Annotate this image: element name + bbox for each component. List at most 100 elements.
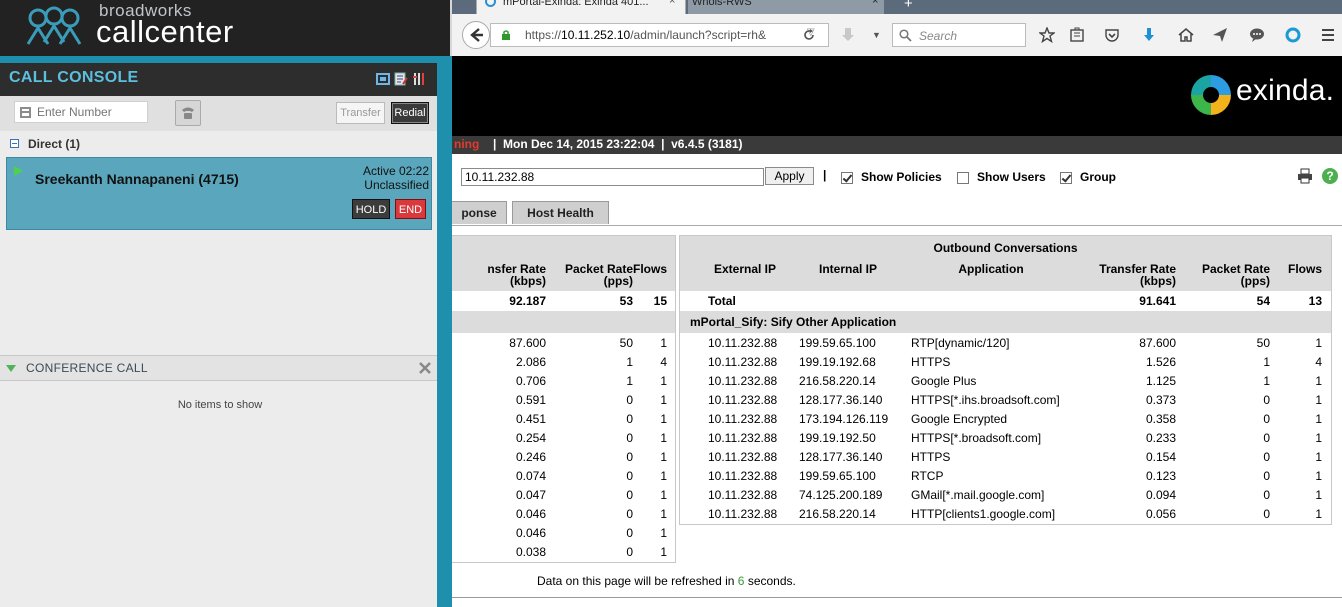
menu-icon[interactable] xyxy=(1320,27,1336,43)
home-icon[interactable] xyxy=(1178,27,1194,43)
headset-status-icon[interactable] xyxy=(376,72,390,86)
help-icon[interactable]: ? xyxy=(1322,168,1338,184)
column-header: Internal IP xyxy=(818,262,877,276)
table-cell: 173.194.126.119 xyxy=(799,412,889,426)
search-bar[interactable]: Search xyxy=(892,23,1026,47)
column-header: (kbps) xyxy=(510,274,546,288)
table-cell: 0.094 xyxy=(1145,488,1176,502)
tab-host-health[interactable]: Host Health xyxy=(512,201,609,224)
active-call-card[interactable]: Sreekanth Nannapaneni (4715) Active 02:2… xyxy=(6,157,432,230)
dial-number-input[interactable] xyxy=(14,101,148,123)
conference-call-header[interactable]: CONFERENCE CALL xyxy=(0,355,437,381)
tab-close-icon[interactable]: × xyxy=(669,0,675,7)
table-cell: 10.11.232.88 xyxy=(708,412,778,426)
browser-window: mPortal-Exinda: Exinda 401... × Whois-RW… xyxy=(452,0,1342,607)
print-icon[interactable] xyxy=(1297,168,1313,184)
transfer-button[interactable]: Transfer xyxy=(336,102,385,124)
chat-icon[interactable] xyxy=(1249,27,1265,43)
address-bar[interactable]: https://10.11.252.10/admin/launch?script… xyxy=(490,23,829,47)
downloads-icon[interactable] xyxy=(1141,27,1157,43)
redial-button[interactable]: Redial xyxy=(391,102,429,124)
table-cell: 216.58.220.14 xyxy=(799,374,876,388)
group-checkbox[interactable] xyxy=(1060,172,1072,184)
tools-icon[interactable] xyxy=(412,72,426,86)
table-cell: 128.177.36.140 xyxy=(799,393,883,407)
table-cell: 199.19.192.68 xyxy=(799,355,876,369)
exinda-banner: exinda. xyxy=(452,56,1342,136)
table-cell: 0 xyxy=(626,469,633,483)
end-call-button[interactable]: END xyxy=(395,199,426,219)
table-cell: 0.254 xyxy=(515,431,546,445)
table-cell: 0.046 xyxy=(515,526,546,540)
show-policies-label: Show Policies xyxy=(861,170,942,184)
table-cell: 1 xyxy=(660,507,667,521)
show-policies-checkbox[interactable] xyxy=(841,172,853,184)
total-cell: 54 xyxy=(1256,294,1270,308)
total-cell: 15 xyxy=(653,294,667,308)
table-cell: 1 xyxy=(1315,431,1322,445)
table-cell: 10.11.232.88 xyxy=(708,469,778,483)
collapse-icon[interactable] xyxy=(10,139,19,148)
phone-book-icon xyxy=(20,107,31,118)
tab-close-icon[interactable]: × xyxy=(872,0,878,7)
table-cell: 50 xyxy=(1256,336,1270,350)
show-users-checkbox[interactable] xyxy=(957,172,969,184)
reading-list-icon[interactable] xyxy=(1069,27,1085,43)
table-cell: 199.59.65.100 xyxy=(799,469,876,483)
table-cell: 0 xyxy=(1263,431,1270,445)
dial-button[interactable] xyxy=(175,100,201,126)
column-header: Flows xyxy=(632,262,667,276)
back-button[interactable] xyxy=(462,21,490,49)
filter-row: 10.11.232.88 Apply | Show Policies Show … xyxy=(452,166,1342,188)
call-console-titlebar: CALL CONSOLE xyxy=(0,63,437,96)
table-cell: 10.11.232.88 xyxy=(708,507,778,521)
ip-filter-input[interactable]: 10.11.232.88 xyxy=(461,168,764,186)
table-cell: 74.125.200.189 xyxy=(799,488,883,502)
inbound-conversations-table: nsfer Rate (kbps) Packet Rate (pps) Flows 92.… xyxy=(452,235,676,563)
table-cell: 1 xyxy=(1315,488,1322,502)
hold-button[interactable]: HOLD xyxy=(352,199,390,219)
send-icon[interactable] xyxy=(1212,27,1228,43)
status-warning: ning xyxy=(454,137,480,151)
apply-button[interactable]: Apply xyxy=(765,167,814,185)
table-cell: 1 xyxy=(660,412,667,426)
download-icon[interactable] xyxy=(840,27,856,43)
ring-icon[interactable] xyxy=(1285,27,1301,43)
table-cell: 0 xyxy=(626,507,633,521)
table-cell: HTTPS xyxy=(911,355,951,369)
exinda-page: exinda. ning | Mon Dec 14, 2015 23:22:04… xyxy=(452,56,1342,607)
pocket-icon[interactable] xyxy=(1104,27,1120,43)
table-cell: 0.123 xyxy=(1145,469,1176,483)
reload-icon[interactable] xyxy=(802,28,816,42)
download-dropdown-icon[interactable]: ▼ xyxy=(872,30,881,40)
expand-caret-icon[interactable] xyxy=(6,365,16,372)
table-cell: Google Encrypted xyxy=(911,412,1008,426)
direct-group-label: Direct (1) xyxy=(28,137,81,151)
table-cell: 1.125 xyxy=(1145,374,1176,388)
table-cell: 0.706 xyxy=(515,374,546,388)
tab-response[interactable]: ponse xyxy=(452,201,507,224)
star-icon[interactable] xyxy=(1039,27,1055,43)
exinda-logo-icon xyxy=(1191,75,1231,115)
new-tab-icon[interactable]: + xyxy=(904,0,913,12)
table-cell: RTP[dynamic/120] xyxy=(911,336,1010,350)
browser-tab-exinda[interactable]: mPortal-Exinda: Exinda 401... × xyxy=(476,0,686,14)
outbound-conversations-table: Outbound Conversations External IP Interna… xyxy=(679,235,1332,525)
table-cell: 0.047 xyxy=(515,488,546,502)
exinda-wordmark: exinda. xyxy=(1236,74,1335,107)
table-cell: 1 xyxy=(1263,374,1270,388)
table-cell: 1 xyxy=(1315,393,1322,407)
table-cell: 0 xyxy=(1263,393,1270,407)
call-console-panel: CALL CONSOLE Transfer Redial xyxy=(0,63,437,607)
table-cell: 10.11.232.88 xyxy=(708,336,778,350)
call-console-title: CALL CONSOLE xyxy=(9,69,139,86)
notes-edit-icon[interactable] xyxy=(394,72,408,86)
lock-icon xyxy=(502,30,510,40)
outbound-title: Outbound Conversations xyxy=(933,241,1078,255)
app-header: broadworks callcenter xyxy=(0,0,450,56)
table-cell: 2.086 xyxy=(515,355,546,369)
separator: | xyxy=(823,168,827,182)
browser-tab-whois[interactable]: Whois-RWS × xyxy=(688,0,884,14)
column-header: (pps) xyxy=(1240,274,1270,288)
close-icon[interactable] xyxy=(418,361,432,375)
